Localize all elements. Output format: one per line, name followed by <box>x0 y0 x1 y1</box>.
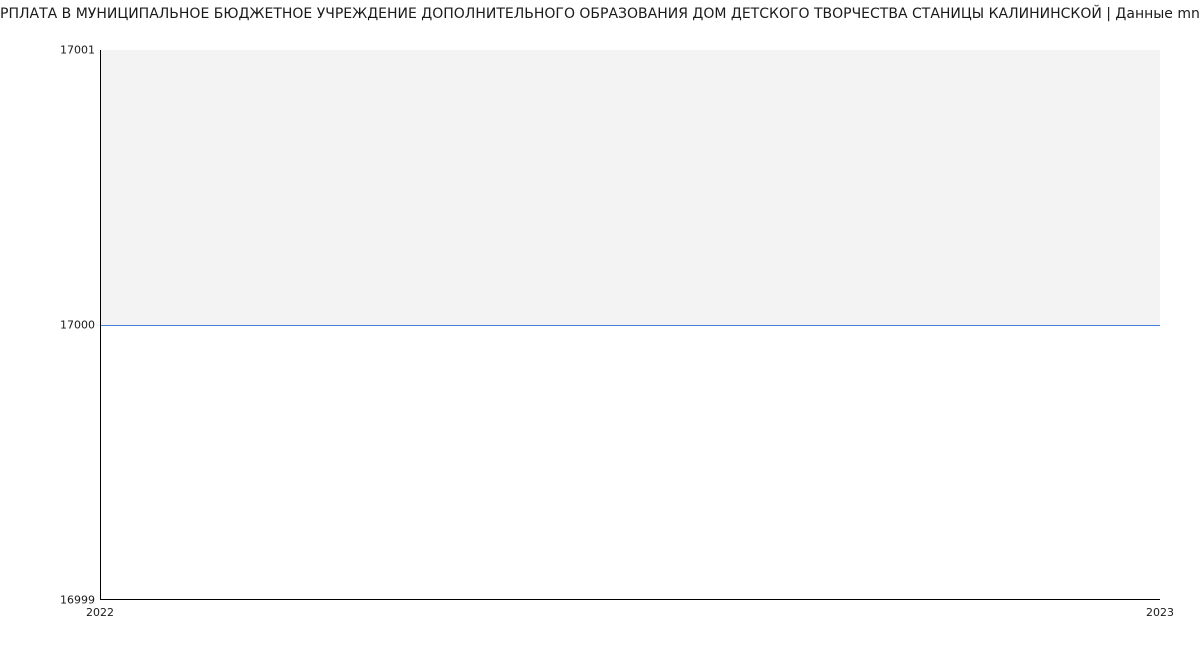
y-tick-max: 17001 <box>0 44 95 57</box>
x-tick-start: 2022 <box>86 606 114 619</box>
shaded-upper-region <box>101 50 1160 325</box>
y-tick-min: 16999 <box>0 594 95 607</box>
y-tick-mid: 17000 <box>0 319 95 332</box>
x-tick-end: 2023 <box>1146 606 1174 619</box>
plot-area <box>100 50 1160 600</box>
chart-container: РПЛАТА В МУНИЦИПАЛЬНОЕ БЮДЖЕТНОЕ УЧРЕЖДЕ… <box>0 0 1200 650</box>
series-line <box>101 325 1160 326</box>
chart-title: РПЛАТА В МУНИЦИПАЛЬНОЕ БЮДЖЕТНОЕ УЧРЕЖДЕ… <box>0 6 1200 22</box>
